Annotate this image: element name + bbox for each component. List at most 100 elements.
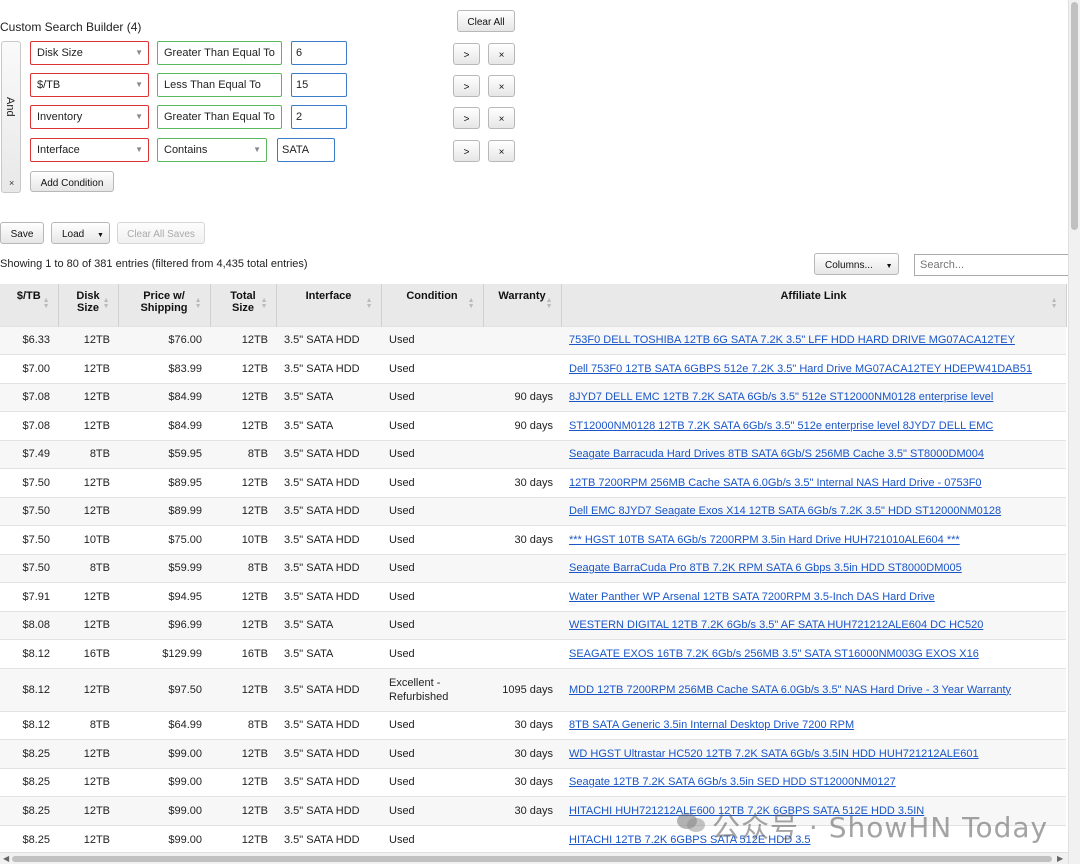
table-row: $8.12 16TB $129.99 16TB 3.5" SATA Used SEAGATE… (0, 639, 1066, 668)
condition-delete-button[interactable]: × (488, 140, 515, 162)
cell-total-size: 8TB (210, 439, 276, 469)
cell-warranty (483, 325, 561, 355)
cell-total-size: 12TB (210, 824, 276, 854)
affiliate-link[interactable]: *** HGST 10TB SATA 6Gb/s 7200RPM 3.5in H… (569, 534, 960, 546)
condition-field-select[interactable]: $/TB ▼ (30, 73, 149, 97)
column-header[interactable]: Condition ▲ ▼ (381, 284, 484, 326)
condition-field-label: Interface (37, 144, 80, 156)
affiliate-link[interactable]: WESTERN DIGITAL 12TB 7.2K 6Gb/s 3.5" AF … (569, 619, 983, 631)
chevron-down-icon: ▼ (97, 232, 104, 239)
column-header[interactable]: Interface ▲ ▼ (276, 284, 382, 326)
logic-toggle-and[interactable]: And × (1, 41, 21, 193)
cell-total-size: 12TB (210, 468, 276, 497)
condition-indent-button[interactable]: > (453, 107, 480, 129)
affiliate-link[interactable]: 8TB SATA Generic 3.5in Internal Desktop … (569, 719, 854, 731)
watermark-text: 公众号 · ShowHN Today (712, 811, 1049, 844)
logic-remove-icon[interactable]: × (9, 178, 14, 188)
table-row: $7.50 12TB $89.95 12TB 3.5" SATA HDD Used 30 d… (0, 468, 1066, 497)
cell-total-size: 12TB (210, 496, 276, 526)
wechat-icon (677, 813, 705, 832)
cell-condition: Used (381, 325, 483, 355)
cell-total-size: 12TB (210, 739, 276, 768)
condition-field-label: Disk Size (37, 47, 83, 59)
load-button[interactable]: Load ▼ (51, 222, 110, 244)
affiliate-link[interactable]: MDD 12TB 7200RPM 256MB Cache SATA 6.0Gb/… (569, 684, 1011, 696)
condition-value-input[interactable]: 2 (291, 105, 347, 129)
cell-interface: 3.5" SATA HDD (276, 468, 381, 497)
vertical-scroll-thumb[interactable] (1071, 2, 1078, 230)
column-header-label: Price w/ Shipping (140, 290, 188, 314)
condition-indent-button[interactable]: > (453, 140, 480, 162)
condition-operator-select[interactable]: Less Than Equal To (157, 73, 282, 97)
condition-indent-button[interactable]: > (453, 43, 480, 65)
column-header[interactable]: Warranty ▲ ▼ (483, 284, 562, 326)
clear-all-button[interactable]: Clear All (457, 10, 515, 32)
affiliate-link[interactable]: WD HGST Ultrastar HC520 12TB 7.2K SATA 6… (569, 748, 979, 760)
condition-value-input[interactable]: SATA (277, 138, 335, 162)
condition-field-select[interactable]: Disk Size ▼ (30, 41, 149, 65)
affiliate-link[interactable]: 12TB 7200RPM 256MB Cache SATA 6.0Gb/s 3.… (569, 477, 982, 489)
affiliate-link[interactable]: Seagate Barracuda Hard Drives 8TB SATA 6… (569, 448, 984, 460)
affiliate-link[interactable]: Seagate 12TB 7.2K SATA 6Gb/s 3.5in SED H… (569, 776, 896, 788)
cell-warranty: 1095 days (483, 667, 561, 711)
column-header[interactable]: Total Size ▲ ▼ (210, 284, 277, 326)
clear-all-saves-button[interactable]: Clear All Saves (117, 222, 205, 244)
cell-condition: Used (381, 496, 483, 526)
affiliate-link[interactable]: Dell EMC 8JYD7 Seagate Exos X14 12TB SAT… (569, 505, 1001, 517)
table-row: $8.25 12TB $99.00 12TB 3.5" SATA HDD Used 30 d… (0, 767, 1066, 797)
results-table: $/TB ▲ ▼ Disk Size ▲ ▼ Price w/ Shipping ▲ ▼ Tota… (0, 284, 1067, 854)
condition-indent-button[interactable]: > (453, 75, 480, 97)
cell-interface: 3.5" SATA HDD (276, 710, 381, 740)
cell-total-size: 12TB (210, 796, 276, 825)
affiliate-link[interactable]: Dell 753F0 12TB SATA 6GBPS 512e 7.2K 3.5… (569, 363, 1032, 375)
condition-operator-select[interactable]: Greater Than Equal To (157, 105, 282, 129)
table-row: $7.49 8TB $59.95 8TB 3.5" SATA HDD Used Seagat… (0, 439, 1066, 469)
save-button[interactable]: Save (0, 222, 44, 244)
cell-warranty (483, 824, 561, 854)
cell-total-size: 16TB (210, 639, 276, 668)
cell-disk-size: 12TB (58, 325, 118, 355)
cell-price-shipping: $99.00 (118, 739, 210, 768)
condition-operator-select[interactable]: Greater Than Equal To (157, 41, 282, 65)
cell-price-per-tb: $8.12 (0, 667, 58, 711)
scroll-right-icon[interactable]: ▶ (1057, 853, 1063, 865)
horizontal-scrollbar[interactable]: ◀ ▶ (0, 852, 1068, 864)
vertical-scrollbar[interactable] (1068, 0, 1080, 864)
column-header-label: $/TB (16, 290, 41, 302)
cell-total-size: 8TB (210, 710, 276, 740)
columns-button[interactable]: Columns... ▼ (814, 253, 899, 275)
column-header[interactable]: Price w/ Shipping ▲ ▼ (118, 284, 211, 326)
column-header[interactable]: $/TB ▲ ▼ (0, 284, 59, 326)
cell-disk-size: 12TB (58, 667, 118, 711)
sort-icon: ▲ ▼ (1050, 297, 1058, 310)
condition-value-input[interactable]: 15 (291, 73, 347, 97)
cell-condition: Used (381, 824, 483, 854)
affiliate-link[interactable]: Seagate BarraCuda Pro 8TB 7.2K RPM SATA … (569, 562, 962, 574)
affiliate-link[interactable]: ST12000NM0128 12TB 7.2K SATA 6Gb/s 3.5" … (569, 420, 993, 432)
affiliate-link[interactable]: 8JYD7 DELL EMC 12TB 7.2K SATA 6Gb/s 3.5"… (569, 391, 993, 403)
table-row: $7.00 12TB $83.99 12TB 3.5" SATA HDD Used Dell… (0, 354, 1066, 383)
condition-value-input[interactable]: 6 (291, 41, 347, 65)
condition-delete-button[interactable]: × (488, 43, 515, 65)
condition-field-select[interactable]: Interface ▼ (30, 138, 149, 162)
cell-price-shipping: $64.99 (118, 710, 210, 740)
column-header-label: Affiliate Link (780, 290, 847, 302)
affiliate-link[interactable]: Water Panther WP Arsenal 12TB SATA 7200R… (569, 591, 935, 603)
affiliate-link[interactable]: 753F0 DELL TOSHIBA 12TB 6G SATA 7.2K 3.5… (569, 334, 1015, 346)
cell-affiliate-link: 8TB SATA Generic 3.5in Internal Desktop … (561, 710, 1066, 740)
table-row: $7.91 12TB $94.95 12TB 3.5" SATA HDD Used Wate… (0, 582, 1066, 611)
scroll-left-icon[interactable]: ◀ (3, 853, 9, 865)
cell-warranty (483, 610, 561, 640)
cell-condition: Used (381, 767, 483, 797)
column-header[interactable]: Disk Size ▲ ▼ (58, 284, 119, 326)
condition-field-select[interactable]: Inventory ▼ (30, 105, 149, 129)
condition-delete-button[interactable]: × (488, 107, 515, 129)
condition-operator-select[interactable]: Contains ▼ (157, 138, 267, 162)
table-row: $7.08 12TB $84.99 12TB 3.5" SATA Used 90 days 8… (0, 382, 1066, 412)
add-condition-button[interactable]: Add Condition (30, 171, 114, 192)
affiliate-link[interactable]: SEAGATE EXOS 16TB 7.2K 6Gb/s 256MB 3.5" … (569, 648, 979, 660)
horizontal-scroll-thumb[interactable] (12, 856, 1052, 862)
search-input[interactable] (914, 254, 1074, 276)
column-header[interactable]: Affiliate Link ▲ ▼ (561, 284, 1067, 326)
condition-delete-button[interactable]: × (488, 75, 515, 97)
